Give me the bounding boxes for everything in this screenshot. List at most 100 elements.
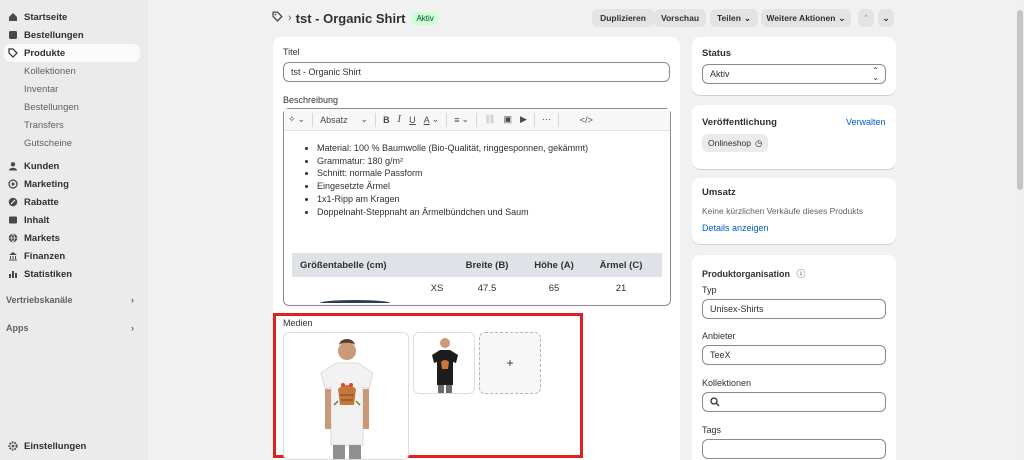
sidebar-subitem-transfers[interactable]: Transfers (24, 120, 64, 131)
sales-channels-label: Vertriebskanäle (6, 295, 73, 305)
italic-icon[interactable]: I (394, 111, 406, 129)
more-actions-button[interactable]: Weitere Aktionen ⌄ (761, 9, 851, 27)
chevron-down-icon: ⌄ (838, 12, 846, 23)
gear-icon (8, 441, 18, 451)
sidebar-section-sales-channels[interactable]: Vertriebskanäle › (6, 295, 134, 305)
scrollbar[interactable] (1016, 0, 1024, 460)
sidebar: Startseite Bestellungen Produkte Kollekt… (0, 0, 148, 460)
info-icon[interactable]: ⓘ (797, 269, 806, 279)
status-select-value: Aktiv (710, 69, 730, 79)
sidebar-subitem-gift-cards[interactable]: Gutscheine (24, 138, 72, 149)
details-link[interactable]: Details anzeigen (702, 223, 769, 233)
underline-icon[interactable]: U (405, 111, 420, 129)
sidebar-subitem-purchase-orders[interactable]: Bestellungen (24, 102, 79, 113)
sidebar-item-products[interactable]: Produkte (4, 44, 140, 62)
sidebar-item-settings[interactable]: Einstellungen (4, 437, 140, 455)
image-fragment (320, 300, 390, 306)
online-store-chip[interactable]: Onlineshop ◷ (702, 134, 769, 152)
page-title: tst - Organic Shirt (295, 10, 406, 26)
media-thumbnail-black-shirt[interactable] (413, 332, 475, 394)
bold-icon[interactable]: B (379, 111, 394, 129)
paragraph-style-select[interactable]: Absatz ⌄ (316, 111, 372, 129)
status-badge: Aktiv (411, 11, 439, 25)
table-row: XS 47.5 65 21 (292, 277, 662, 299)
model-image-icon (414, 333, 474, 393)
model-image-icon (284, 333, 408, 459)
apps-label: Apps (6, 323, 29, 333)
sidebar-item-label: Finanzen (24, 250, 66, 262)
tag-icon (8, 48, 18, 58)
sidebar-item-home[interactable]: Startseite (4, 8, 140, 26)
sidebar-subitem-collections[interactable]: Kollektionen (24, 66, 76, 77)
tags-input[interactable] (702, 439, 886, 459)
description-label: Beschreibung (283, 95, 339, 105)
sidebar-item-orders[interactable]: Bestellungen (4, 26, 140, 44)
sidebar-item-discounts[interactable]: Rabatte (4, 193, 140, 211)
list-item: Grammatur: 180 g/m² (317, 155, 588, 168)
chevron-down-icon: ⌄ (297, 114, 306, 124)
scrollbar-thumb[interactable] (1017, 10, 1023, 190)
table-header: Größentabelle (cm) (300, 259, 387, 271)
manage-link[interactable]: Verwalten (846, 117, 886, 127)
sales-label: Umsatz (702, 187, 736, 198)
collections-search-input[interactable] (702, 392, 886, 412)
video-icon[interactable]: ▶ (516, 111, 531, 129)
link-icon[interactable]: ⛓ (480, 111, 499, 129)
chart-icon (8, 269, 18, 279)
table-cell: 65 (548, 282, 560, 294)
previous-product-button[interactable]: ⌃ (858, 9, 874, 27)
list-item: Material: 100 % Baumwolle (Bio-Qualität,… (317, 142, 588, 155)
share-button[interactable]: Teilen ⌄ (710, 9, 758, 27)
table-header: Ärmel (C) (599, 259, 643, 271)
chevron-up-icon: ⌃ (862, 12, 870, 23)
paragraph-style-label: Absatz (320, 114, 348, 125)
text-color-icon: A (423, 114, 430, 125)
next-product-button[interactable]: ⌄ (878, 9, 894, 27)
duplicate-button[interactable]: Duplizieren (592, 9, 654, 27)
discount-icon (8, 197, 18, 207)
sidebar-item-customers[interactable]: Kunden (4, 157, 140, 175)
sidebar-item-label: Markets (24, 232, 60, 244)
sidebar-item-marketing[interactable]: Marketing (4, 175, 140, 193)
sidebar-section-apps[interactable]: Apps › (6, 323, 134, 333)
divider (533, 112, 535, 127)
media-thumbnail-white-shirt[interactable] (283, 332, 409, 460)
sparkle-icon: ✧ (288, 114, 296, 124)
image-icon[interactable]: ▣ (499, 111, 516, 129)
channel-label: Onlineshop (708, 138, 752, 148)
globe-icon (8, 233, 18, 243)
chevron-down-icon: ⌄ (360, 114, 369, 124)
chevron-down-icon: ⌄ (882, 12, 890, 23)
organization-title: Produktorganisation (702, 269, 791, 279)
list-item: Doppelnaht-Steppnaht an Ärmelbündchen un… (317, 206, 588, 219)
title-input[interactable]: tst - Organic Shirt (283, 62, 670, 82)
type-input[interactable]: Unisex-Shirts (702, 299, 886, 319)
text-color-button[interactable]: A ⌄ (420, 111, 444, 129)
size-table: Größentabelle (cm) Breite (B) Höhe (A) Ä… (292, 253, 662, 299)
sidebar-item-markets[interactable]: Markets (4, 229, 140, 247)
tag-icon[interactable] (272, 11, 283, 25)
ai-magic-button[interactable]: ✧ ⌄ (284, 111, 309, 129)
divider (446, 112, 448, 127)
sidebar-item-content[interactable]: Inhalt (4, 211, 140, 229)
code-view-icon[interactable]: </> (576, 111, 597, 129)
vendor-input[interactable]: TeeX (702, 345, 886, 365)
status-select[interactable]: Aktiv ⌃ ⌄ (702, 64, 886, 84)
sidebar-item-label: Statistiken (24, 268, 73, 280)
chevron-down-icon: ⌄ (461, 114, 470, 124)
chevron-down-icon: ⌄ (743, 12, 752, 23)
content-icon (8, 215, 18, 225)
list-item: Schnitt: normale Passform (317, 167, 588, 180)
align-left-icon: ≡ (454, 114, 460, 125)
more-options-icon[interactable]: ⋯ (538, 111, 555, 129)
add-media-button[interactable]: + (479, 332, 541, 394)
divider (557, 112, 559, 127)
sidebar-item-analytics[interactable]: Statistiken (4, 265, 140, 283)
collections-label: Kollektionen (702, 378, 752, 388)
preview-button[interactable]: Vorschau (654, 9, 706, 27)
sidebar-item-label: Kunden (24, 160, 60, 172)
publishing-label: Veröffentlichung (702, 117, 777, 128)
align-button[interactable]: ≡ ⌄ (450, 111, 473, 129)
sidebar-subitem-inventory[interactable]: Inventar (24, 84, 58, 95)
sidebar-item-finances[interactable]: Finanzen (4, 247, 140, 265)
